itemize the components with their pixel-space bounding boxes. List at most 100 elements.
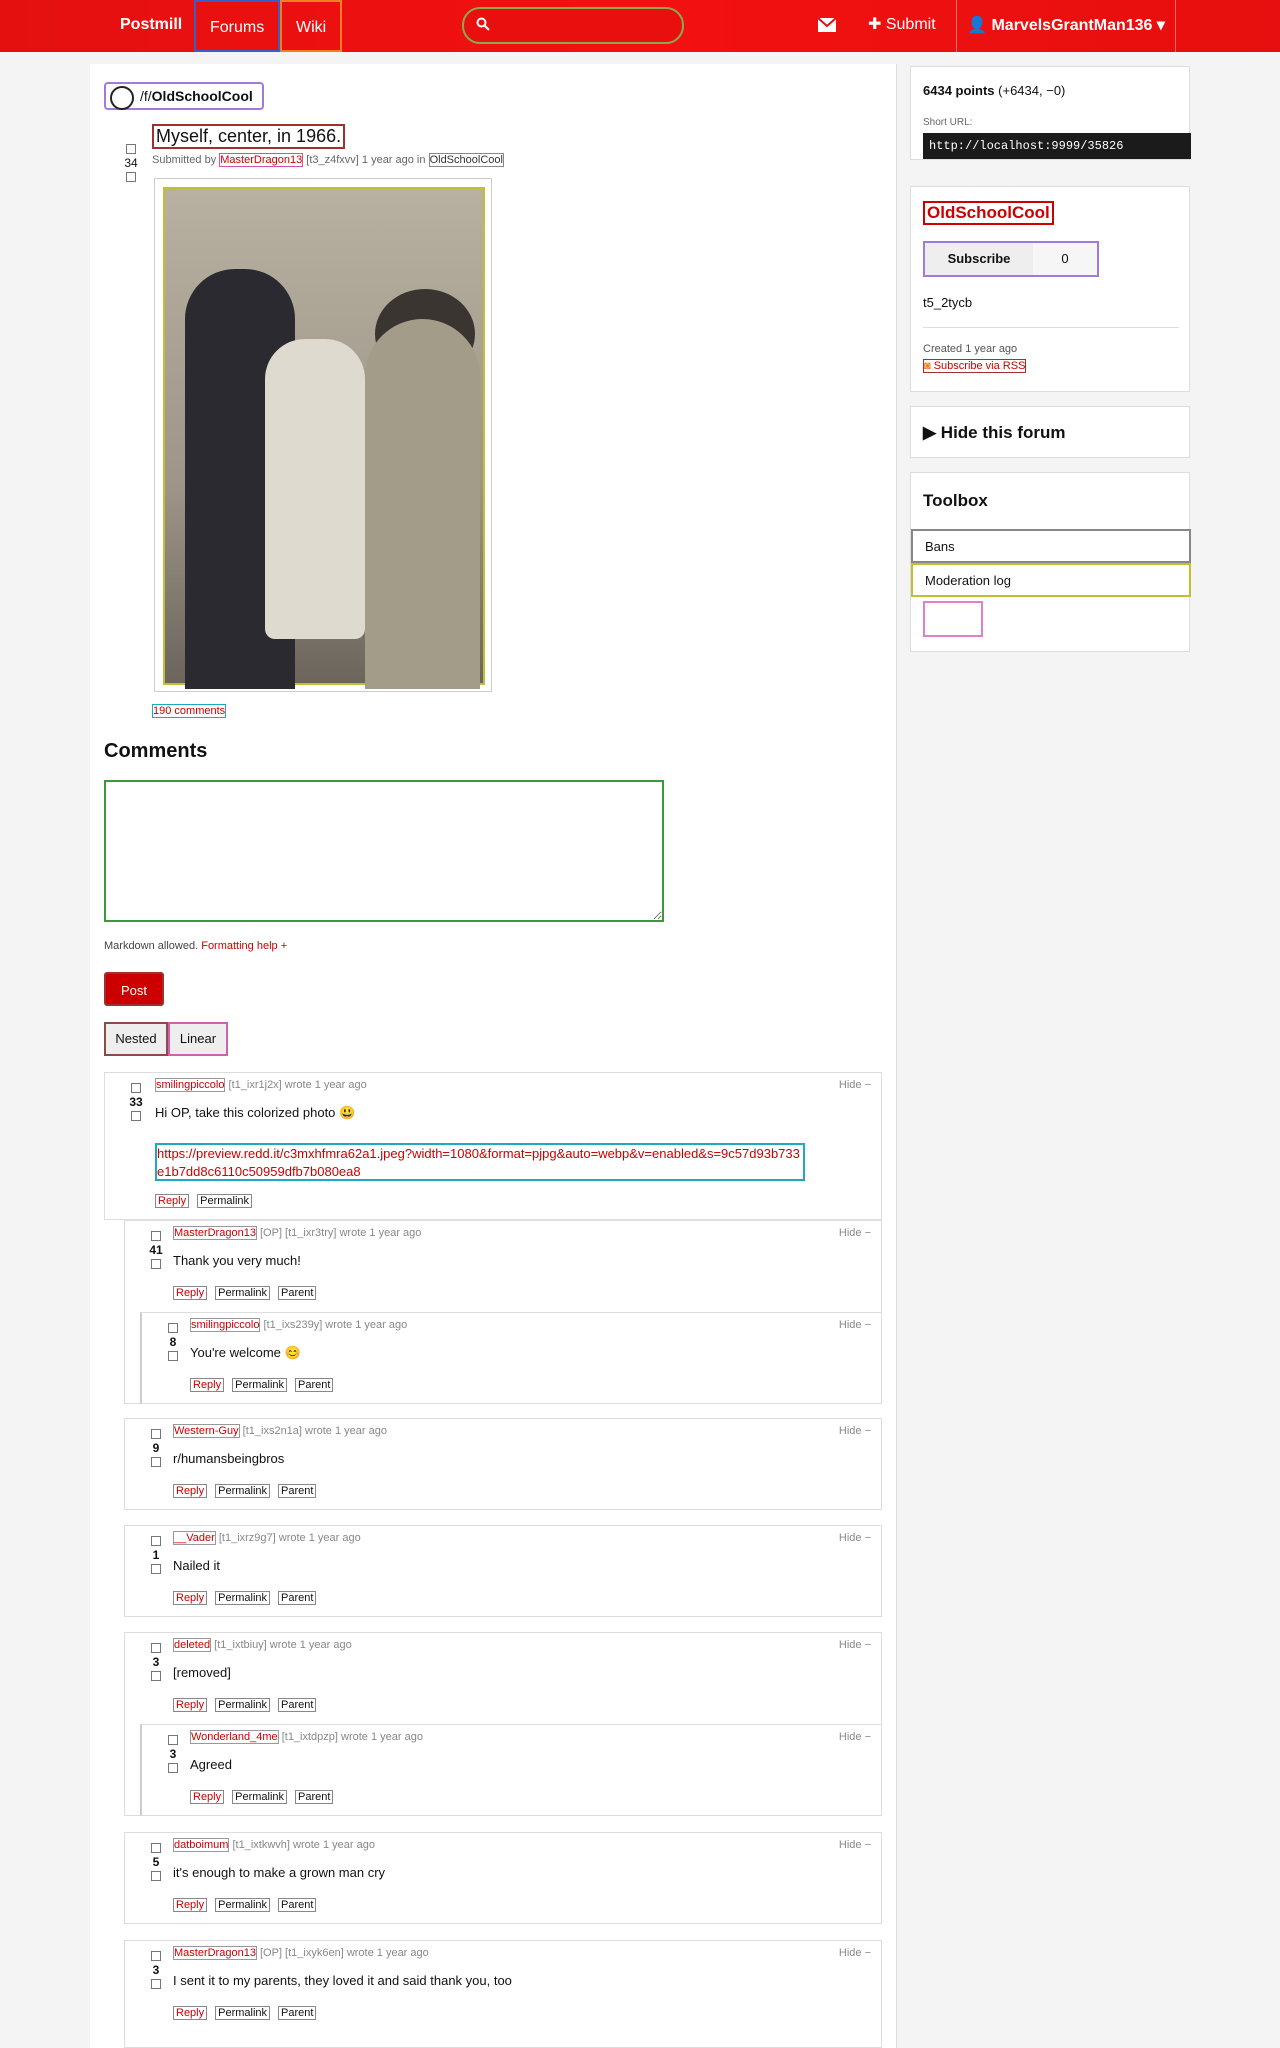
upvote-icon[interactable]: [151, 1643, 161, 1653]
subscribe-button[interactable]: Subscribe 0: [923, 241, 1099, 277]
nav-forums[interactable]: Forums: [194, 0, 281, 52]
upvote-icon[interactable]: [131, 1083, 141, 1093]
comment-author-link[interactable]: datboimum: [173, 1838, 230, 1852]
downvote-icon[interactable]: [151, 1671, 161, 1681]
mail-icon[interactable]: [818, 18, 836, 32]
downvote-icon[interactable]: [151, 1259, 161, 1269]
submit-button[interactable]: ✚ Submit: [868, 14, 936, 34]
comment-body: Agreed: [190, 1757, 232, 1772]
parent-link[interactable]: Parent: [295, 1790, 334, 1804]
comment-author-link[interactable]: smilingpiccolo: [155, 1078, 226, 1092]
reply-link[interactable]: Reply: [173, 1898, 208, 1912]
hide-comment-button[interactable]: Hide −: [839, 1947, 871, 1959]
parent-link[interactable]: Parent: [278, 1591, 317, 1605]
reply-link[interactable]: Reply: [173, 2006, 208, 2020]
post-comment-button[interactable]: Post: [104, 972, 164, 1006]
comment-author-link[interactable]: MasterDragon13: [173, 1946, 257, 1960]
downvote-icon[interactable]: [151, 1457, 161, 1467]
permalink-link[interactable]: Permalink: [215, 2006, 271, 2020]
upvote-icon[interactable]: [168, 1735, 178, 1745]
hide-comment-button[interactable]: Hide −: [839, 1319, 871, 1331]
reply-link[interactable]: Reply: [173, 1698, 208, 1712]
parent-link[interactable]: Parent: [278, 1286, 317, 1300]
comment-author-link[interactable]: smilingpiccolo: [190, 1318, 261, 1332]
permalink-link[interactable]: Permalink: [232, 1378, 288, 1392]
parent-link[interactable]: Parent: [278, 1484, 317, 1498]
formatting-help-link[interactable]: Formatting help +: [201, 940, 287, 952]
upvote-icon[interactable]: [151, 1231, 161, 1241]
linear-view-button[interactable]: Linear: [168, 1022, 228, 1056]
plus-icon: ✚: [868, 16, 886, 33]
permalink-link[interactable]: Permalink: [215, 1484, 271, 1498]
comment-vote: 5: [149, 1843, 163, 1881]
back-to-forum[interactable]: /f/OldSchoolCool: [104, 82, 264, 110]
hide-comment-button[interactable]: Hide −: [839, 1079, 871, 1091]
upvote-icon[interactable]: [151, 1951, 161, 1961]
hide-forum-toggle[interactable]: ▶ Hide this forum: [910, 406, 1190, 458]
upvote-icon[interactable]: [126, 144, 136, 154]
reply-link[interactable]: Reply: [190, 1378, 225, 1392]
downvote-icon[interactable]: [151, 1871, 161, 1881]
permalink-link[interactable]: Permalink: [232, 1790, 288, 1804]
permalink-link[interactable]: Permalink: [215, 1698, 271, 1712]
hide-comment-button[interactable]: Hide −: [839, 1731, 871, 1743]
hide-comment-button[interactable]: Hide −: [839, 1639, 871, 1651]
forum-name-link[interactable]: OldSchoolCool: [923, 201, 1054, 225]
toolbox-extra-link[interactable]: [923, 601, 983, 637]
hide-comment-button[interactable]: Hide −: [839, 1425, 871, 1437]
downvote-icon[interactable]: [131, 1111, 141, 1121]
comment-header: MasterDragon13 [OP] [t1_ixr3try] wrote 1…: [173, 1226, 421, 1240]
parent-link[interactable]: Parent: [278, 1698, 317, 1712]
reply-link[interactable]: Reply: [190, 1790, 225, 1804]
short-url-field[interactable]: http://localhost:9999/35826: [923, 133, 1191, 159]
rss-link[interactable]: ◙ Subscribe via RSS: [923, 359, 1027, 373]
comment-author-link[interactable]: __Vader: [173, 1531, 216, 1545]
permalink-link[interactable]: Permalink: [215, 1898, 271, 1912]
comment: 5 datboimum [t1_ixtkwvh] wrote 1 year ag…: [124, 1832, 882, 1924]
permalink-link[interactable]: Permalink: [215, 1286, 271, 1300]
comment-id: [t1_ixtbiuy] wrote 1 year ago: [214, 1639, 352, 1651]
reply-link[interactable]: Reply: [173, 1286, 208, 1300]
nested-view-button[interactable]: Nested: [104, 1022, 168, 1056]
comment-textarea[interactable]: [104, 780, 664, 922]
points-detail: (+6434, −0): [998, 83, 1066, 98]
parent-link[interactable]: Parent: [295, 1378, 334, 1392]
post-author-link[interactable]: MasterDragon13: [219, 153, 304, 167]
downvote-icon[interactable]: [168, 1351, 178, 1361]
hide-comment-button[interactable]: Hide −: [839, 1227, 871, 1239]
downvote-icon[interactable]: [168, 1763, 178, 1773]
comment-author-link[interactable]: Western-Guy: [173, 1424, 240, 1438]
upvote-icon[interactable]: [151, 1536, 161, 1546]
hide-comment-button[interactable]: Hide −: [839, 1532, 871, 1544]
parent-link[interactable]: Parent: [278, 2006, 317, 2020]
downvote-icon[interactable]: [151, 1979, 161, 1989]
comments-count-link[interactable]: 190 comments: [152, 704, 227, 718]
post-image-link[interactable]: [154, 178, 492, 692]
upvote-icon[interactable]: [151, 1843, 161, 1853]
comment-link[interactable]: https://preview.redd.it/c3mxhfmra62a1.jp…: [155, 1143, 805, 1181]
comment-author-link[interactable]: MasterDragon13: [173, 1226, 257, 1240]
comment-author-link[interactable]: deleted: [173, 1638, 212, 1652]
toolbox-bans-link[interactable]: Bans: [911, 529, 1191, 563]
reply-link[interactable]: Reply: [173, 1591, 208, 1605]
upvote-icon[interactable]: [151, 1429, 161, 1439]
reply-link[interactable]: Reply: [155, 1194, 190, 1208]
nav-wiki[interactable]: Wiki: [280, 0, 343, 52]
post-forum-link[interactable]: OldSchoolCool: [428, 153, 504, 167]
downvote-icon[interactable]: [151, 1564, 161, 1574]
downvote-icon[interactable]: [126, 172, 136, 182]
comment-id: [t1_ixs239y] wrote 1 year ago: [263, 1319, 408, 1331]
upvote-icon[interactable]: [168, 1323, 178, 1333]
search-input[interactable]: [462, 7, 684, 44]
post-title[interactable]: Myself, center, in 1966.: [152, 124, 346, 149]
toolbox-modlog-link[interactable]: Moderation log: [911, 563, 1191, 597]
rss-icon: ◙: [924, 360, 934, 372]
reply-link[interactable]: Reply: [173, 1484, 208, 1498]
permalink-link[interactable]: Permalink: [215, 1591, 271, 1605]
brand-link[interactable]: Postmill: [120, 16, 182, 34]
parent-link[interactable]: Parent: [278, 1898, 317, 1912]
comment-author-link[interactable]: Wonderland_4me: [190, 1730, 279, 1744]
user-menu-button[interactable]: 👤 MarvelsGrantMan136 ▾: [956, 0, 1176, 52]
permalink-link[interactable]: Permalink: [197, 1194, 253, 1208]
hide-comment-button[interactable]: Hide −: [839, 1839, 871, 1851]
